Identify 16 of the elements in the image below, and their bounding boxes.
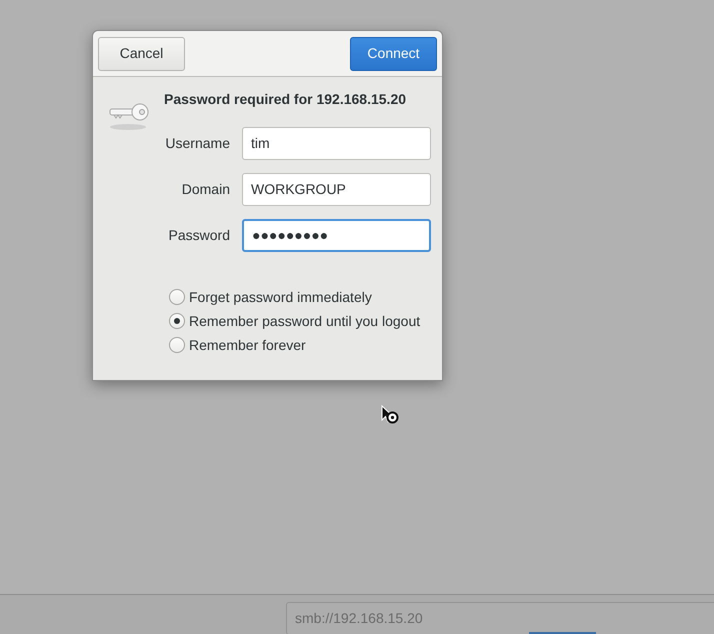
field-label: Password: [168, 226, 230, 245]
radio-label: Remember password until you logout: [189, 312, 420, 331]
field-label: Domain: [180, 180, 230, 199]
radio-button[interactable]: [169, 313, 185, 329]
pointer-busy-icon: [381, 405, 399, 425]
radio-button[interactable]: [169, 289, 185, 305]
radio-label: Remember forever: [189, 336, 306, 354]
field-label: Username: [164, 134, 230, 153]
dialog-title: Password required for 192.168.15.20: [164, 90, 408, 109]
input-field[interactable]: ●●●●●●●●●: [242, 219, 431, 252]
input-field[interactable]: WORKGROUP: [242, 173, 431, 206]
cancel-button[interactable]: Cancel: [98, 36, 185, 70]
input-field[interactable]: tim: [242, 127, 431, 160]
radio-label: Forget password immediately: [189, 288, 372, 307]
radio-button[interactable]: [169, 337, 185, 353]
connect-button[interactable]: Connect: [350, 36, 437, 70]
